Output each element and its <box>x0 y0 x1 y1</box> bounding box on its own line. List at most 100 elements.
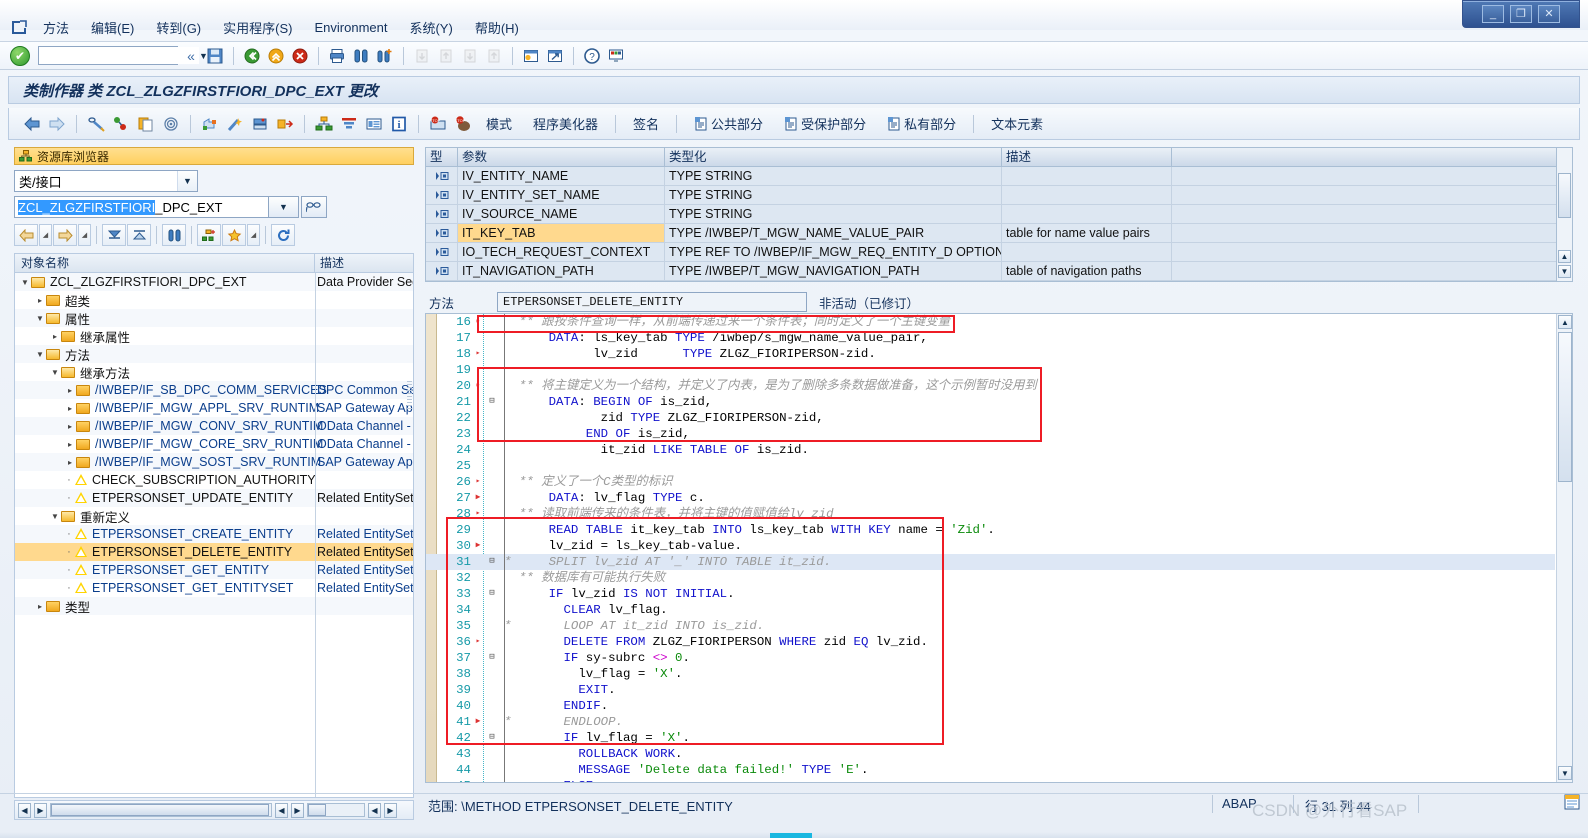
parameter-typing[interactable]: TYPE REF TO /IWBEP/IF_MGW_REQ_ENTITY_D O… <box>665 243 1002 261</box>
code-line[interactable]: 38 lv_flag = 'X'. <box>426 666 1555 682</box>
tree-item-3[interactable]: ▸ 继承属性 <box>15 327 413 345</box>
expand-arrow-icon[interactable]: ▸ <box>34 602 46 611</box>
create-session-icon[interactable] <box>544 45 566 67</box>
pretty-printer-wand-icon[interactable] <box>224 113 246 135</box>
back-arrow-icon[interactable] <box>21 113 43 135</box>
glasses-icon[interactable] <box>301 196 327 218</box>
tree-item-8[interactable]: ▸ /IWBEP/IF_MGW_CONV_SRV_RUNTIM OData Chan… <box>15 417 413 435</box>
exit-up-icon[interactable] <box>265 45 287 67</box>
back-green-icon[interactable] <box>241 45 263 67</box>
collapse-arrow-icon[interactable]: ▼ <box>19 278 31 287</box>
expand-arrow-icon[interactable]: ▸ <box>64 422 76 431</box>
code-line[interactable]: 40 ENDIF. <box>426 698 1555 714</box>
scroll-down-button[interactable]: ▼ <box>1558 265 1571 278</box>
breakpoint-marker-icon[interactable]: ▶ <box>473 714 483 730</box>
code-line[interactable]: 19 <box>426 362 1555 378</box>
forward-icon[interactable] <box>53 224 77 246</box>
code-line[interactable]: 29 READ TABLE it_key_tab INTO ls_key_tab… <box>426 522 1555 538</box>
code-editor[interactable]: 16 ▸ ** 跟按条件查询一样，从前端传递过来一个条件表；同时定义了一个主键变量… <box>425 313 1573 783</box>
expand-arrow-icon[interactable]: ▸ <box>34 296 46 305</box>
breakpoint-marker-icon[interactable]: ▸ <box>473 506 483 522</box>
text-elements-button[interactable]: 文本元素 <box>982 112 1052 135</box>
parameter-row[interactable]: IO_TECH_REQUEST_CONTEXT TYPE REF TO /IWBE… <box>426 243 1572 262</box>
parameter-description[interactable]: table of navigation paths <box>1002 262 1172 280</box>
breakpoint-marker-icon[interactable]: ▸ <box>473 378 483 394</box>
find-next-icon[interactable] <box>374 45 396 67</box>
menu-item-4[interactable]: Environment <box>303 17 398 38</box>
parameter-row[interactable]: IV_SOURCE_NAME TYPE STRING <box>426 205 1572 224</box>
code-line[interactable]: 22 zid TYPE ZLGZ_FIORIPERSON-zid, <box>426 410 1555 426</box>
code-line[interactable]: 37 ⊟ IF sy-subrc <> 0. <box>426 650 1555 666</box>
menu-item-1[interactable]: 编辑(E) <box>80 15 145 40</box>
expand-arrow-icon[interactable]: ▸ <box>49 332 61 341</box>
parameter-name[interactable]: IO_TECH_REQUEST_CONTEXT <box>458 243 665 261</box>
parameter-name[interactable]: IT_KEY_TAB <box>458 224 665 242</box>
private-section-button[interactable]: 私有部分 <box>878 112 965 135</box>
collapse-arrow-icon[interactable]: ▼ <box>34 350 46 359</box>
object-list-icon[interactable] <box>197 224 221 246</box>
protected-section-button[interactable]: 受保护部分 <box>775 112 875 135</box>
activate-icon[interactable] <box>110 113 132 135</box>
tree-item-10[interactable]: ▸ /IWBEP/IF_MGW_SOST_SRV_RUNTIM SAP Gatewa… <box>15 453 413 471</box>
breakpoint-marker-icon[interactable]: ▸ <box>473 314 483 330</box>
parameter-name[interactable]: IV_ENTITY_NAME <box>458 167 665 185</box>
parameter-typing[interactable]: TYPE STRING <box>665 167 1002 185</box>
find-icon[interactable] <box>162 224 186 246</box>
code-line[interactable]: 23 END OF is_zid, <box>426 426 1555 442</box>
insert-icon[interactable] <box>199 113 221 135</box>
menu-item-2[interactable]: 转到(G) <box>145 15 212 40</box>
tree-item-7[interactable]: ▸ /IWBEP/IF_MGW_APPL_SRV_RUNTIM SAP Gatewa… <box>15 399 413 417</box>
tree-scroll-grip[interactable] <box>407 381 412 409</box>
code-line[interactable]: 33 ⊟ IF lv_zid IS NOT INITIAL. <box>426 586 1555 602</box>
parameter-description[interactable] <box>1002 205 1172 223</box>
menu-item-0[interactable]: 方法 <box>32 15 80 40</box>
parameter-description[interactable]: table for name value pairs <box>1002 224 1172 242</box>
list-icon[interactable] <box>363 113 385 135</box>
collapse-arrow-icon[interactable]: ▼ <box>34 314 46 323</box>
chevron-down-icon[interactable]: ▼ <box>177 171 197 191</box>
parameter-typing[interactable]: TYPE STRING <box>665 186 1002 204</box>
back-icon[interactable] <box>14 224 38 246</box>
code-line[interactable]: 26 ▸ ** 定义了一个C类型的标识 <box>426 474 1555 490</box>
new-window-icon[interactable] <box>520 45 542 67</box>
tree-item-6[interactable]: ▸ /IWBEP/IF_SB_DPC_COMM_SERVICES DPC Commo… <box>15 381 413 399</box>
tree-item-18[interactable]: ▸ 类型 <box>15 597 413 615</box>
scroll-down-button[interactable]: ▼ <box>1558 766 1572 780</box>
tree-item-13[interactable]: ▼ 重新定义 <box>15 507 413 525</box>
tree-item-0[interactable]: ▼ ZCL_ZLGZFIRSTFIORI_DPC_EXT Data Provider… <box>15 273 413 291</box>
breakpoint-marker-icon[interactable]: ▸ <box>473 346 483 362</box>
code-line[interactable]: 39 EXIT. <box>426 682 1555 698</box>
stop-icon[interactable]: STOP <box>452 113 474 135</box>
object-name-input[interactable]: ZCL_ZLGZFIRSTFIORI _DPC_EXT <box>14 196 269 218</box>
code-line[interactable]: 20 ▸ ** 将主键定义为一个结构，并定义了内表，是为了删除多条数据做准备，这个… <box>426 378 1555 394</box>
code-line[interactable]: 35 * LOOP AT it_zid INTO is_zid. <box>426 618 1555 634</box>
breakpoint-marker-icon[interactable]: ▶ <box>473 538 483 554</box>
tree-item-4[interactable]: ▼ 方法 <box>15 345 413 363</box>
tree-item-14[interactable]: · ETPERSONSET_CREATE_ENTITY Related Entity… <box>15 525 413 543</box>
code-fold-toggle-icon[interactable]: ⊟ <box>486 554 498 568</box>
save-icon[interactable] <box>204 45 226 67</box>
parameter-description[interactable] <box>1002 243 1172 261</box>
signature-button[interactable]: 签名 <box>624 112 668 135</box>
tree-item-11[interactable]: · CHECK_SUBSCRIPTION_AUTHORITY <box>15 471 413 489</box>
code-line[interactable]: 43 ROLLBACK WORK. <box>426 746 1555 762</box>
parameter-name[interactable]: IT_NAVIGATION_PATH <box>458 262 665 280</box>
method-name-field[interactable]: ETPERSONSET_DELETE_ENTITY <box>497 292 807 312</box>
editor-code-area[interactable]: 16 ▸ ** 跟按条件查询一样，从前端传递过来一个条件表；同时定义了一个主键变量… <box>426 314 1555 782</box>
tree-item-9[interactable]: ▸ /IWBEP/IF_MGW_CORE_SRV_RUNTIM OData Chan… <box>15 435 413 453</box>
code-line[interactable]: 21 ⊟ DATA: BEGIN OF is_zid, <box>426 394 1555 410</box>
database-icon[interactable] <box>249 113 271 135</box>
mode-button[interactable]: 模式 <box>477 112 521 135</box>
parameter-description[interactable] <box>1002 167 1172 185</box>
class-hierarchy-icon[interactable] <box>313 113 335 135</box>
layout-menu-icon[interactable] <box>605 45 627 67</box>
parameter-description[interactable] <box>1002 186 1172 204</box>
refresh-icon[interactable] <box>271 224 295 246</box>
cancel-icon[interactable] <box>289 45 311 67</box>
back-dropdown-icon[interactable]: ◢ <box>39 224 52 246</box>
favorites-dropdown-icon[interactable]: ◢ <box>247 224 260 246</box>
parameter-table[interactable]: 型 参数 类型化 描述 IV_ENTITY_NAME TYPE STRING IV_… <box>425 147 1573 282</box>
menu-item-3[interactable]: 实用程序(S) <box>212 15 303 40</box>
object-name-dropdown-button[interactable]: ▼ <box>269 196 299 218</box>
code-line[interactable]: 44 MESSAGE 'Delete data failed!' TYPE 'E… <box>426 762 1555 778</box>
